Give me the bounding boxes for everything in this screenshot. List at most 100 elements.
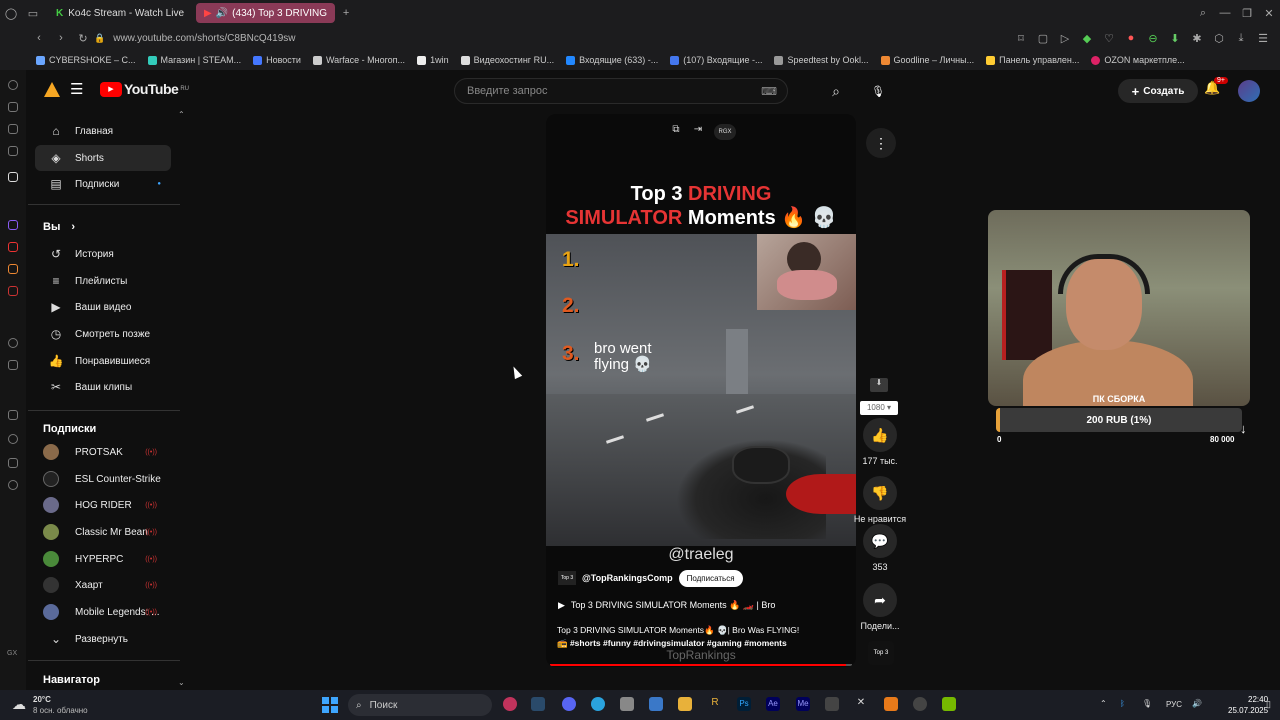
rgx-badge[interactable]: RGX	[714, 124, 736, 140]
opera-gx-icon[interactable]	[503, 697, 517, 711]
new-tab-button[interactable]: +	[335, 3, 357, 23]
sidebar-item-liked[interactable]: 👍 Понравившиеся	[35, 348, 171, 374]
tab-overview-icon[interactable]: ▭	[22, 3, 44, 23]
clock[interactable]: 22:40 25.07.2025	[1228, 694, 1268, 716]
sidebar-item-home[interactable]: ⌂ Главная	[35, 118, 171, 144]
search-tabs-icon[interactable]: ⌕	[1192, 3, 1214, 23]
app-icon[interactable]	[884, 697, 898, 711]
download-icon[interactable]: ⬇	[870, 378, 888, 392]
app-icon[interactable]	[8, 264, 18, 274]
exit-icon[interactable]: ⇥	[690, 124, 706, 140]
pinboard-icon[interactable]	[8, 410, 18, 420]
url-field[interactable]: www.youtube.com/shorts/C8BNcQ419sw	[113, 33, 295, 44]
subscription-item[interactable]: Хаарт ((•))	[35, 572, 171, 598]
extension-icon[interactable]: ⬇	[1164, 28, 1186, 48]
app-icon[interactable]	[825, 697, 839, 711]
vpn-icon[interactable]: ⊖	[1142, 28, 1164, 48]
snapshot-icon[interactable]: ▢	[1032, 28, 1054, 48]
photoshop-icon[interactable]: Ps	[737, 697, 751, 711]
keyboard-icon[interactable]: ⌨	[761, 85, 777, 98]
bookmark-item[interactable]: Панель управлен...	[986, 55, 1079, 65]
opera-menu-icon[interactable]: ◯	[0, 3, 22, 23]
aria-ai-icon[interactable]	[8, 172, 18, 182]
wallet-icon[interactable]: ⬡	[1208, 28, 1230, 48]
twitch-icon[interactable]	[8, 220, 18, 230]
subscribe-button[interactable]: Подписаться	[678, 569, 743, 587]
shorts-player[interactable]: ⧉ ⇥ RGX Top 3 DRIVING SIMULATOR Moments …	[546, 114, 856, 667]
windows-start-icon[interactable]	[322, 697, 338, 713]
bookmark-item[interactable]: CYBERSHOKE – C...	[36, 55, 136, 65]
subscription-item[interactable]: Mobile Legends: ... ((•))	[35, 599, 171, 625]
calculator-icon[interactable]	[620, 697, 634, 711]
aria-icon[interactable]	[8, 102, 18, 112]
subscription-item[interactable]: Classic Mr Bean ((•))	[35, 519, 171, 545]
playlist-link[interactable]: ▶ Top 3 DRIVING SIMULATOR Moments 🔥 🏎️ | …	[558, 600, 775, 611]
yandex-icon[interactable]	[8, 242, 18, 252]
subscription-item[interactable]: HYPERPC ((•))	[35, 546, 171, 572]
notification-center-icon[interactable]: ▯	[1266, 699, 1271, 710]
mic-icon[interactable]: 🎙	[1142, 699, 1152, 708]
forward-icon[interactable]: ›	[50, 28, 72, 48]
share-button[interactable]: ➦	[863, 583, 897, 617]
telegram-icon[interactable]	[591, 697, 605, 711]
app-icon[interactable]: R	[708, 697, 722, 711]
history-icon[interactable]	[8, 434, 18, 444]
pin-icon[interactable]: ⌑	[1010, 28, 1032, 48]
sidebar-item-clips[interactable]: ✂ Ваши клипы	[35, 374, 171, 400]
voice-search-button[interactable]: 🎙	[865, 78, 891, 104]
tab-youtube[interactable]: ▶ 🔊 (434) Top 3 DRIVING	[196, 3, 336, 23]
sidebar-item-playlists[interactable]: ≡ Плейлисты	[35, 268, 171, 294]
you-section-title[interactable]: Вы ›	[43, 221, 75, 233]
player-icon[interactable]	[8, 338, 18, 348]
subscription-item[interactable]: PROTSAK ((•))	[35, 439, 171, 465]
sidebar-item-your-videos[interactable]: ▶ Ваши видео	[35, 294, 171, 320]
create-button[interactable]: + Создать	[1118, 79, 1198, 103]
speaker-icon[interactable]: 🔊	[216, 8, 228, 19]
heart-icon[interactable]: ♡	[1098, 28, 1120, 48]
channel-thumb[interactable]: Top 3	[868, 641, 894, 665]
nvidia-icon[interactable]	[942, 697, 956, 711]
play-icon[interactable]: ▷	[1054, 28, 1076, 48]
app-icon[interactable]	[649, 697, 663, 711]
steam-icon[interactable]	[531, 697, 545, 711]
download-icon[interactable]: ⤓	[1230, 28, 1252, 48]
folder-icon[interactable]	[678, 697, 692, 711]
bookmark-item[interactable]: Новости	[253, 55, 301, 65]
bookmark-item[interactable]: Warface - Многоп...	[312, 55, 405, 65]
scroll-up-icon[interactable]: ⌃	[178, 110, 185, 119]
media-encoder-icon[interactable]: Me	[796, 697, 810, 711]
shield-icon[interactable]: ◆	[1076, 28, 1098, 48]
puzzle-icon[interactable]: ✱	[1186, 28, 1208, 48]
taskbar-search[interactable]: ⌕ Поиск	[348, 694, 492, 716]
maximize-button[interactable]: ❐	[1236, 3, 1258, 23]
discord-icon[interactable]	[562, 697, 576, 711]
bookmark-item[interactable]: Видеохостинг RU...	[460, 55, 554, 65]
account-avatar[interactable]	[1238, 80, 1260, 102]
tab-ko4c[interactable]: K Ko4c Stream - Watch Live	[48, 3, 192, 23]
language-indicator[interactable]: РУС	[1166, 700, 1182, 709]
bluetooth-icon[interactable]: ᛒ	[1120, 699, 1125, 708]
settings-icon[interactable]: ☰	[1252, 28, 1274, 48]
settings-icon[interactable]	[8, 480, 18, 490]
reload-icon[interactable]: ↻	[72, 28, 94, 48]
pip-icon[interactable]: ⧉	[668, 124, 684, 140]
channel-name[interactable]: @TopRankingsComp	[582, 573, 673, 583]
sidebar-item-history[interactable]: ↺ История	[35, 241, 171, 267]
bookmark-item[interactable]: Входящие (633) -...	[566, 55, 658, 65]
capcut-icon[interactable]: ✕	[854, 697, 868, 711]
messenger-icon[interactable]	[8, 146, 18, 156]
comments-button[interactable]: 💬	[863, 524, 897, 558]
notifications-button[interactable]: 🔔 9+	[1204, 77, 1228, 100]
back-icon[interactable]: ‹	[28, 28, 50, 48]
weather-widget[interactable]: ☁ 20°C 8 осн. облачно	[12, 692, 122, 718]
quality-selector[interactable]: 1080 ▾	[860, 401, 898, 415]
bookmark-item[interactable]: Speedtest by Ookl...	[774, 55, 869, 65]
bookmark-item[interactable]: Goodline – Личны...	[880, 55, 974, 65]
expand-button[interactable]: ⌄ Развернуть	[35, 626, 171, 652]
workspace-icon[interactable]	[8, 124, 18, 134]
like-button[interactable]: 👍	[863, 418, 897, 452]
app-icon[interactable]	[8, 286, 18, 296]
chevron-up-icon[interactable]: ⌃	[1100, 699, 1107, 708]
search-input[interactable]: Введите запрос ⌨	[454, 78, 788, 104]
bookmark-item[interactable]: 1win	[417, 55, 449, 65]
